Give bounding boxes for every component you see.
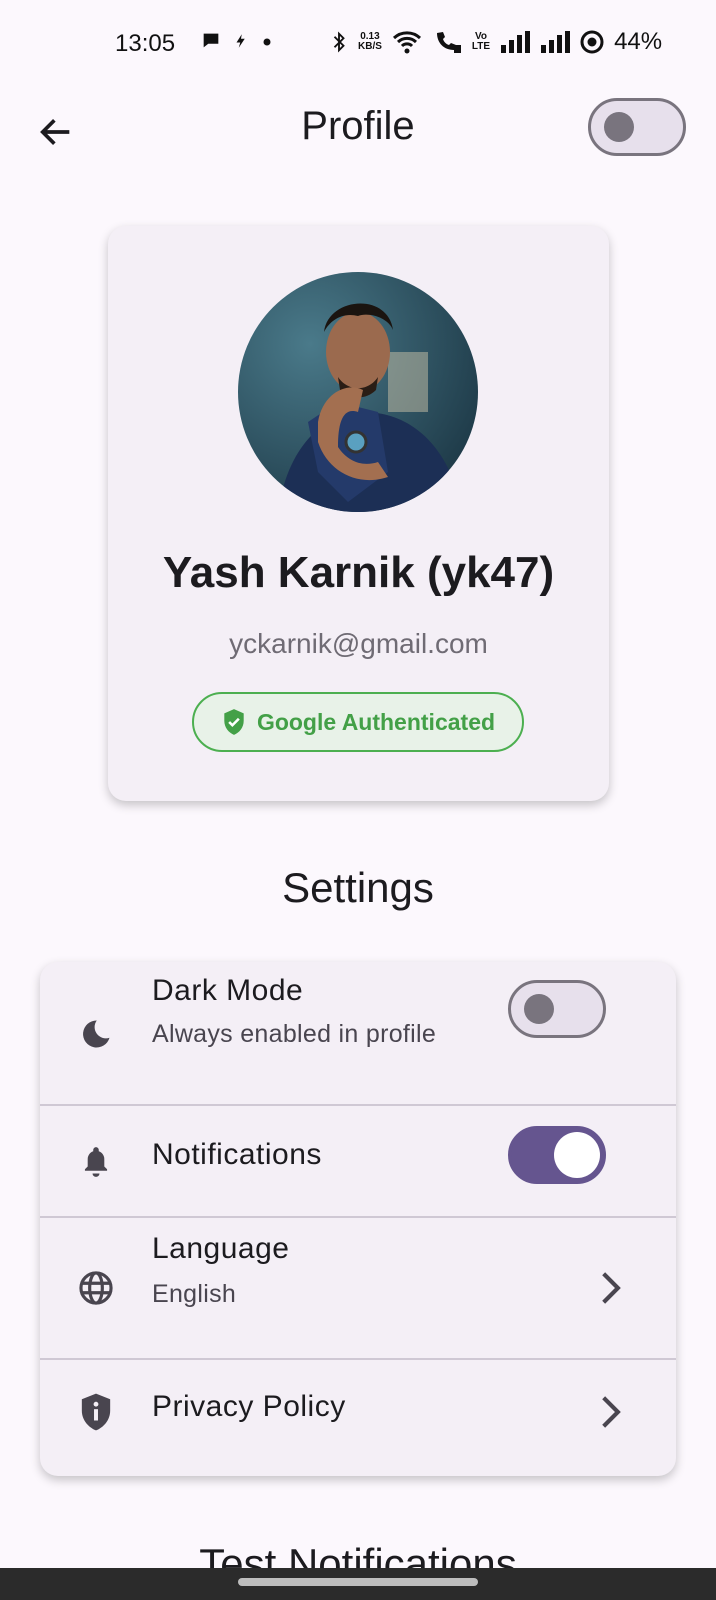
battery-level: 44% xyxy=(614,28,663,55)
chat-bubble-icon xyxy=(203,33,219,48)
globe-icon xyxy=(76,1268,116,1308)
verified-shield-icon xyxy=(224,709,244,735)
setting-subtitle: English xyxy=(152,1280,237,1308)
theme-toggle-switch[interactable] xyxy=(588,98,686,156)
settings-card: Dark Mode Always enabled in profile Noti… xyxy=(40,962,676,1476)
signal-icon xyxy=(501,31,531,53)
switch-thumb xyxy=(554,1132,600,1178)
setting-language[interactable]: Language English xyxy=(40,1218,676,1358)
google-auth-badge: Google Authenticated xyxy=(192,692,524,752)
shield-info-icon xyxy=(76,1392,116,1432)
settings-heading: Settings xyxy=(282,864,434,911)
setting-title: Language xyxy=(152,1232,290,1265)
signal-icon-2 xyxy=(541,31,571,53)
profile-photo xyxy=(238,272,478,512)
setting-subtitle: Always enabled in profile xyxy=(152,1020,437,1048)
user-name: Yash Karnik (yk47) xyxy=(162,548,555,597)
setting-title: Privacy Policy xyxy=(152,1390,346,1423)
notification-icons xyxy=(200,30,274,52)
chevron-right-icon xyxy=(590,1268,630,1308)
wifi-calling-icon xyxy=(436,32,461,53)
auth-badge-label: Google Authenticated xyxy=(256,708,496,735)
switch-thumb xyxy=(604,112,634,142)
status-time: 13:05 xyxy=(115,30,176,57)
switch-thumb xyxy=(524,994,554,1024)
network-speed: 0.13 KB/S xyxy=(358,31,382,52)
setting-notifications[interactable]: Notifications xyxy=(40,1106,676,1216)
user-email: yckarnik@gmail.com xyxy=(229,628,488,659)
dark-mode-switch[interactable] xyxy=(508,980,606,1038)
lightning-icon xyxy=(236,34,245,48)
bell-icon xyxy=(76,1141,116,1181)
avatar xyxy=(238,272,478,512)
setting-dark-mode[interactable]: Dark Mode Always enabled in profile xyxy=(40,962,676,1104)
home-gesture-handle[interactable] xyxy=(238,1578,478,1586)
setting-title: Notifications xyxy=(152,1138,322,1171)
setting-title: Dark Mode xyxy=(152,974,304,1007)
dot-icon xyxy=(263,38,271,46)
wifi-icon xyxy=(392,31,421,54)
chevron-right-icon xyxy=(590,1392,630,1432)
notifications-switch[interactable] xyxy=(508,1126,606,1184)
battery-saver-icon xyxy=(580,30,604,54)
setting-privacy-policy[interactable]: Privacy Policy xyxy=(40,1360,676,1476)
bluetooth-icon xyxy=(333,31,345,53)
volte-indicator: Vo LTE xyxy=(471,31,491,52)
system-icons: 0.13 KB/S Vo LTE 44% xyxy=(330,28,662,56)
status-bar: 13:05 0.13 KB/S Vo LTE 44% xyxy=(0,0,716,90)
moon-icon xyxy=(76,1014,116,1054)
